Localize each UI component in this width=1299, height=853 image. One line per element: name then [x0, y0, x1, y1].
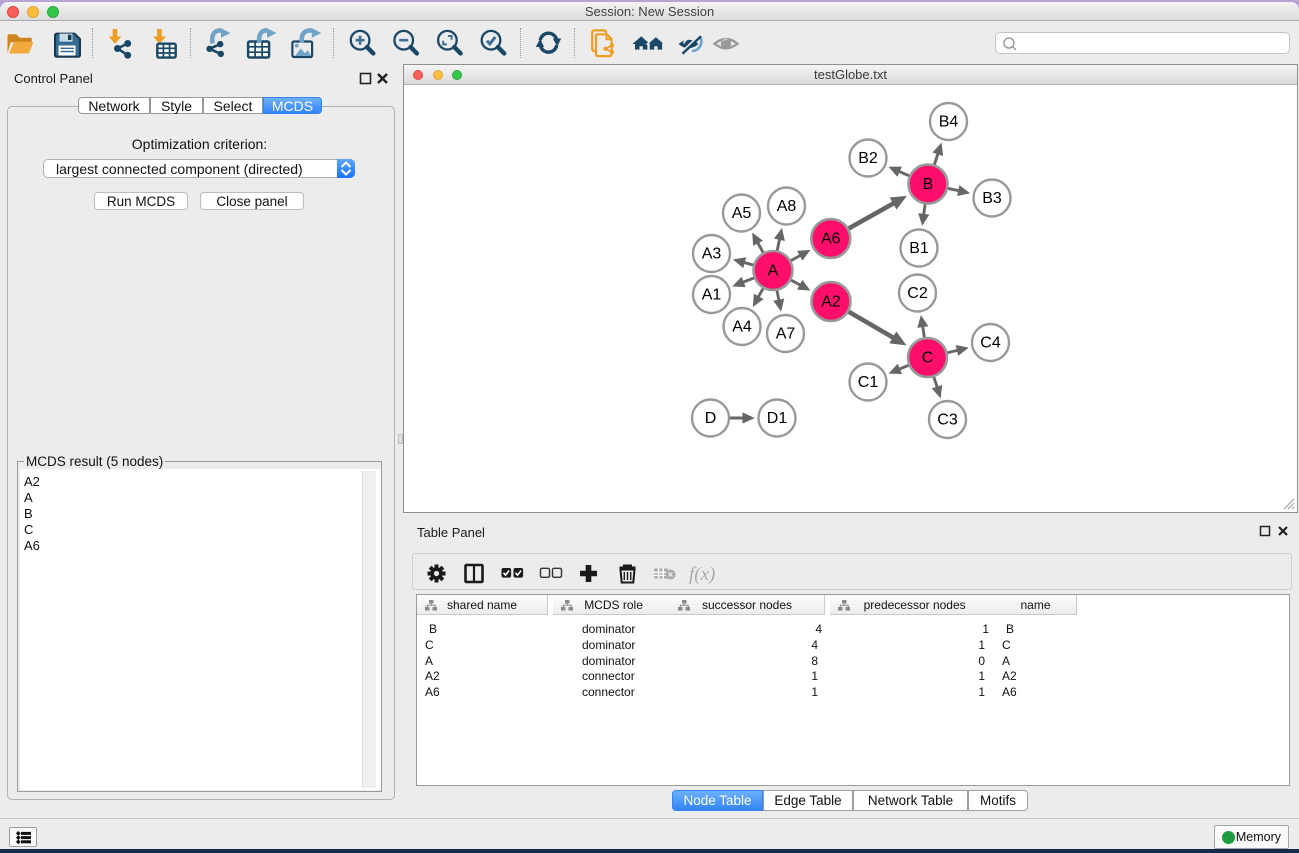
- svg-text:A7: A7: [776, 326, 796, 343]
- svg-text:B4: B4: [939, 114, 959, 131]
- svg-text:A5: A5: [732, 205, 752, 222]
- svg-text:C: C: [922, 350, 934, 367]
- svg-text:A6: A6: [821, 231, 841, 248]
- svg-text:C2: C2: [907, 285, 928, 302]
- svg-text:C1: C1: [858, 374, 879, 391]
- svg-text:D1: D1: [767, 410, 788, 427]
- svg-text:A4: A4: [732, 319, 752, 336]
- svg-text:B1: B1: [909, 240, 929, 257]
- svg-text:B3: B3: [982, 190, 1002, 207]
- svg-text:A2: A2: [821, 294, 841, 311]
- svg-text:A1: A1: [702, 287, 722, 304]
- svg-text:B2: B2: [858, 150, 878, 167]
- svg-text:A8: A8: [777, 198, 797, 215]
- svg-text:D: D: [705, 410, 717, 427]
- svg-text:C4: C4: [980, 335, 1001, 352]
- svg-text:A: A: [768, 263, 779, 280]
- svg-text:B: B: [923, 176, 934, 193]
- svg-text:C3: C3: [937, 412, 958, 429]
- svg-text:f(x): f(x): [689, 564, 715, 585]
- svg-text:A3: A3: [702, 246, 722, 263]
